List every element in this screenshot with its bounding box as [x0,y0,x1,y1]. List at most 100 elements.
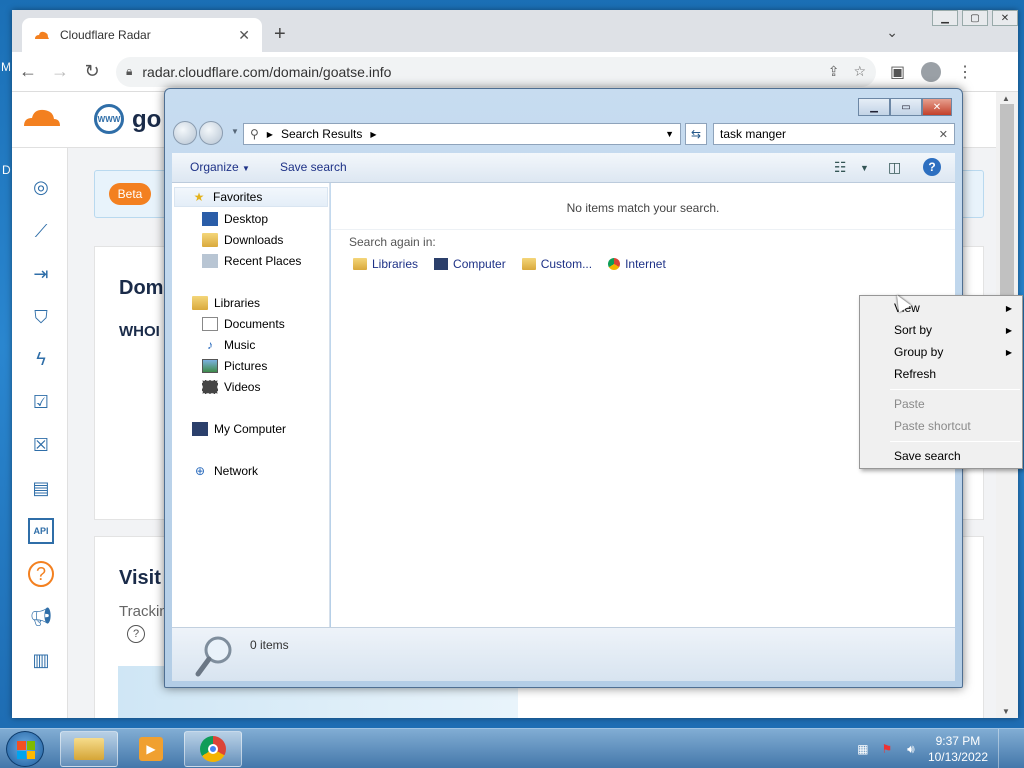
tab-close-icon[interactable]: ✕ [238,27,250,44]
nav-pictures[interactable]: Pictures [202,356,267,376]
api-icon[interactable]: API [28,518,54,544]
shield-check-icon[interactable]: ⛉ [28,304,54,330]
network-tray-icon[interactable]: ▦ [856,742,870,756]
breadcrumb-arrow-icon[interactable]: ▶ [370,130,376,139]
save-search-button[interactable]: Save search [280,160,347,174]
maximize-button[interactable]: ▭ [890,98,922,116]
scroll-up-icon[interactable]: ▲ [1002,94,1010,103]
nav-documents[interactable]: Documents [202,314,285,334]
submenu-arrow-icon: ▶ [1005,325,1012,335]
nav-network[interactable]: ⊕ Network [192,461,258,481]
search-input[interactable] [720,127,939,141]
explorer-search-box[interactable]: ✕ [713,123,955,145]
menu-label: Save search [894,449,961,463]
menu-item-paste[interactable]: Paste [862,394,1020,414]
megaphone-icon[interactable]: 📢︎ [28,604,54,630]
close-button[interactable]: ✕ [922,98,952,116]
globe-icon[interactable]: ◎ [28,174,54,200]
magnifier-icon [195,636,232,677]
nav-music[interactable]: ♪ Music [202,335,255,355]
map-book-icon[interactable]: ▥ [28,647,54,673]
volume-icon[interactable]: 🔊︎ [904,742,918,756]
bookmark-star-icon[interactable]: ☆ [853,63,866,80]
minimize-button[interactable]: ▁ [932,10,958,26]
new-tab-button[interactable]: + [274,23,286,46]
help-icon[interactable]: ? [923,158,941,176]
search-again-internet[interactable]: Internet [608,257,666,271]
show-desktop-button[interactable] [998,729,1010,768]
search-again-custom[interactable]: Custom... [521,257,592,271]
preview-pane-icon[interactable]: ◫ [888,159,901,176]
nav-videos[interactable]: Videos [202,377,260,397]
whois-heading: WHOI [119,323,160,340]
browser-tab[interactable]: Cloudflare Radar ✕ [22,18,262,52]
forward-arrow-icon[interactable]: → [44,61,76,82]
calendar-x-icon[interactable]: ☒ [28,432,54,458]
search-again-computer[interactable]: Computer [434,257,506,271]
recent-pages-chevron-icon[interactable]: ▼ [231,127,239,136]
scroll-thumb[interactable] [1000,104,1014,304]
nav-libraries[interactable]: Libraries [192,293,260,313]
change-view-icon[interactable]: ☷ [834,159,847,176]
taskbar-explorer-button[interactable] [60,731,118,767]
address-dropdown-icon[interactable]: ▼ [665,129,674,139]
view-options-chevron-icon[interactable]: ▼ [860,163,869,173]
action-center-flag-icon[interactable]: ⚑ [880,742,894,756]
start-button[interactable] [6,731,44,767]
breadcrumb-search-results[interactable]: Search Results [281,127,362,141]
taskbar-chrome-button[interactable] [184,731,242,767]
nav-desktop[interactable]: Desktop [202,209,268,229]
address-bar[interactable]: 🔒︎ radar.cloudflare.com/domain/goatse.in… [116,56,876,87]
tab-search-chevron-icon[interactable]: ⌄ [886,24,898,41]
forward-button[interactable] [199,121,223,145]
url-text[interactable]: radar.cloudflare.com/domain/goatse.info [142,64,813,80]
menu-item-paste-shortcut[interactable]: Paste shortcut [862,416,1020,436]
back-arrow-icon[interactable]: ← [12,61,44,82]
menu-item-view[interactable]: View ▶ [862,298,1020,318]
lock-icon[interactable]: 🔒︎ [126,64,132,79]
cloudflare-logo-icon[interactable] [22,106,62,128]
tab-strip: Cloudflare Radar ✕ + ⌄ ▁ ▢ ✕ [12,10,1018,52]
share-icon[interactable]: ⇪ [828,63,840,80]
navigation-pane: ★ Favorites Desktop Downloads Recent Pla… [172,183,330,627]
menu-kebab-icon[interactable]: ⋮ [957,62,973,82]
routing-icon[interactable]: ⇥ [28,261,54,287]
minimize-button[interactable]: ▁ [858,98,890,116]
calendar-check-icon[interactable]: ☑ [28,389,54,415]
explorer-address-bar[interactable]: ⚲ ▶ Search Results ▶ ▼ [243,123,681,145]
lightning-icon[interactable]: ϟ [28,346,54,372]
computer-icon [434,258,449,270]
menu-item-sort-by[interactable]: Sort by ▶ [862,320,1020,340]
maximize-button[interactable]: ▢ [962,10,988,26]
back-button[interactable] [173,121,197,145]
nav-label: Desktop [224,212,269,226]
nav-label: Network [214,464,259,478]
clock[interactable]: 9:37 PM 10/13/2022 [928,733,988,765]
report-icon[interactable]: ▤ [28,475,54,501]
menu-item-save-search[interactable]: Save search [862,446,1020,466]
question-mark-icon[interactable]: ? [127,625,145,643]
menu-item-refresh[interactable]: Refresh [862,364,1020,384]
taskbar-media-player-button[interactable]: ▶ [122,731,180,767]
reload-icon[interactable]: ↻ [76,61,108,82]
nav-favorites[interactable]: ★ Favorites [174,187,328,207]
side-panel-icon[interactable]: ▣ [890,62,905,82]
nav-recent-places[interactable]: Recent Places [202,251,301,271]
trend-line-icon[interactable]: ⟋ [28,218,54,244]
close-button[interactable]: ✕ [992,10,1018,26]
scroll-down-icon[interactable]: ▼ [1002,707,1010,716]
refresh-icon[interactable]: ⇆ [685,123,707,145]
windows-logo-icon [17,741,35,759]
browser-window-controls: ▁ ▢ ✕ [932,10,1018,26]
organize-button[interactable]: Organize ▼ [190,160,250,174]
visitors-card-title: Visit [119,567,161,589]
help-icon[interactable]: ? [28,561,54,587]
explorer-nav-row: ▼ ⚲ ▶ Search Results ▶ ▼ ⇆ ✕ [173,121,955,147]
clear-search-icon[interactable]: ✕ [939,128,948,141]
nav-my-computer[interactable]: My Computer [192,419,286,439]
profile-avatar-icon[interactable] [921,61,942,82]
breadcrumb-arrow-icon[interactable]: ▶ [267,130,273,139]
search-again-libraries[interactable]: Libraries [353,257,418,271]
nav-downloads[interactable]: Downloads [202,230,283,250]
menu-item-group-by[interactable]: Group by ▶ [862,342,1020,362]
